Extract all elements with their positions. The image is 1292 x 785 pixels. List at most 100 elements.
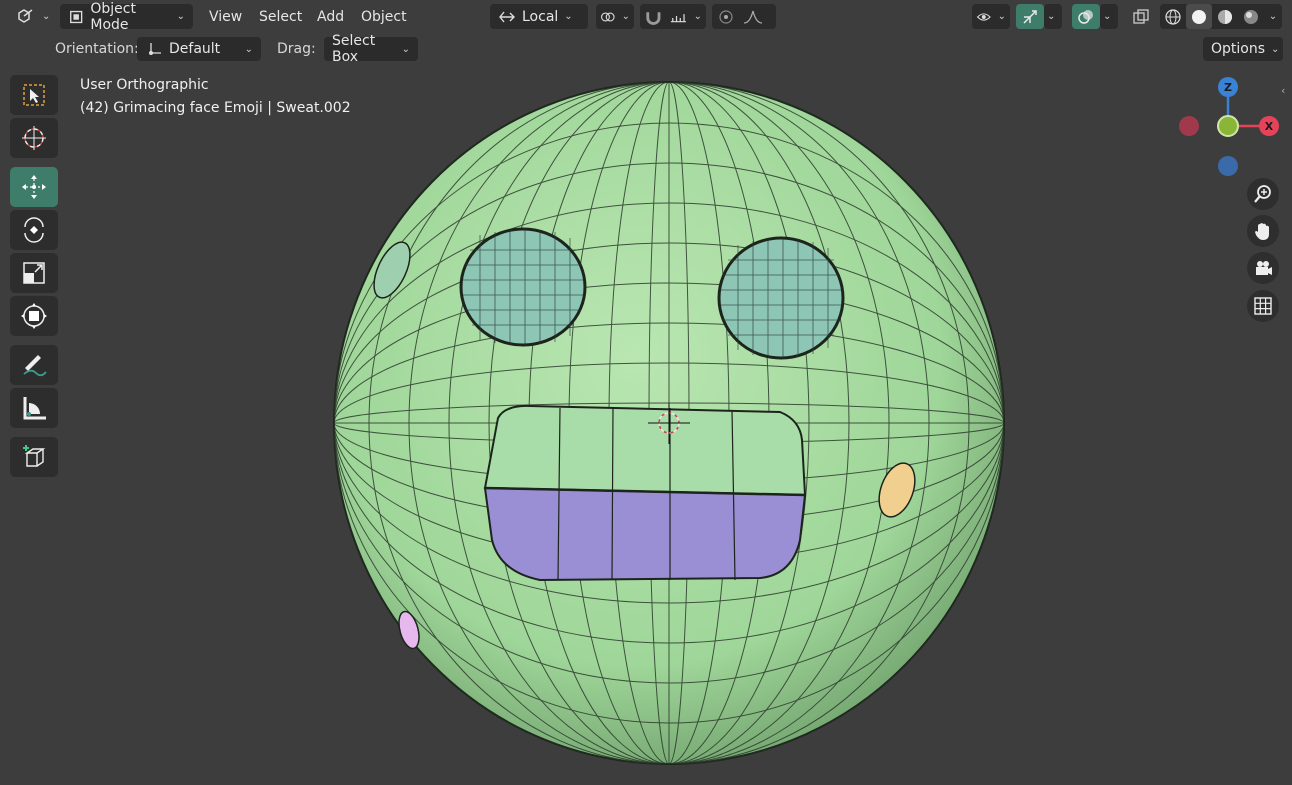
visibility-dropdown[interactable]: ⌄	[972, 4, 1010, 29]
magnet-icon[interactable]	[644, 8, 663, 26]
measure-icon	[23, 397, 46, 420]
gizmo-x-axis[interactable]: X	[1259, 116, 1279, 136]
perspective-toggle-button[interactable]	[1247, 290, 1279, 322]
cursor-icon	[22, 126, 46, 150]
pan-hand-icon	[1255, 223, 1269, 240]
rendered-sphere-icon	[1244, 9, 1258, 24]
menu-add[interactable]: Add	[309, 6, 352, 28]
drag-value: Select Box	[332, 33, 376, 65]
orientation-value: Default	[169, 41, 221, 57]
orientation-axes-icon	[149, 43, 161, 55]
tool-scale[interactable]	[10, 253, 58, 293]
navigation-gizmo[interactable]: Z X	[1170, 70, 1290, 185]
gizmo-neg-z-axis[interactable]	[1218, 156, 1238, 176]
orientation-icon	[499, 11, 515, 22]
menu-object[interactable]: Object	[353, 6, 415, 28]
overlays-toggle-button[interactable]	[1072, 4, 1100, 29]
xray-icon	[1133, 8, 1149, 24]
tool-transform[interactable]	[10, 296, 58, 336]
proportional-edit-icon[interactable]	[716, 8, 736, 26]
options-label: Options	[1211, 41, 1266, 57]
shading-mode-group: ⌄	[1160, 4, 1282, 29]
drag-dropdown[interactable]: Select Box ⌄	[324, 33, 418, 65]
tool-select-box[interactable]	[10, 75, 58, 115]
transform-icon	[21, 303, 47, 329]
pan-button[interactable]	[1247, 215, 1279, 247]
scale-icon	[23, 262, 45, 284]
drag-setting-label: Drag:	[277, 41, 316, 57]
gizmo-dropdown[interactable]: ⌄	[1044, 4, 1062, 29]
gizmo-neg-x-axis[interactable]	[1179, 116, 1199, 136]
chevron-down-icon: ⌄	[693, 11, 702, 22]
mode-label: Object Mode	[90, 0, 136, 33]
options-dropdown[interactable]: Options ⌄	[1203, 37, 1283, 61]
falloff-curve-icon[interactable]	[742, 8, 764, 26]
move-icon	[22, 175, 46, 199]
snap-increment-icon[interactable]	[669, 8, 688, 26]
tool-settings-bar: Orientation: Default ⌄ Drag: Select Box …	[0, 33, 1292, 65]
snap-toggle-group: ⌄	[640, 4, 706, 29]
pivot-icon	[601, 12, 615, 21]
3d-viewport[interactable]: ⌄ Object Mode ⌄ View Select Add Object L…	[0, 0, 1292, 785]
mesh-render	[333, 81, 1005, 765]
gizmo-x-label: X	[1264, 119, 1274, 133]
orientation-setting-label: Orientation:	[55, 41, 139, 57]
chevron-down-icon: ⌄	[1103, 11, 1112, 22]
chevron-down-icon: ⌄	[244, 43, 253, 55]
object-mode-icon	[70, 10, 83, 23]
gizmo-z-axis[interactable]: Z	[1218, 77, 1238, 97]
xray-toggle-button[interactable]	[1128, 4, 1154, 29]
chevron-down-icon: ⌄	[1271, 43, 1280, 55]
wireframe-shading-button[interactable]	[1160, 4, 1186, 29]
tool-add-cube[interactable]	[10, 437, 58, 477]
object-info: (42) Grimacing face Emoji | Sweat.002	[80, 100, 351, 116]
annotate-icon	[23, 355, 47, 377]
mode-dropdown[interactable]: Object Mode ⌄	[60, 1, 193, 33]
material-shading-button[interactable]	[1212, 4, 1238, 29]
add-cube-icon	[23, 445, 46, 467]
chevron-down-icon: ⌄	[42, 10, 51, 22]
wireframe-sphere-icon	[1165, 8, 1181, 25]
zoom-icon	[1254, 185, 1271, 203]
gizmo-z-label: Z	[1224, 80, 1232, 94]
rendered-shading-button[interactable]	[1238, 4, 1264, 29]
overlays-dropdown[interactable]: ⌄	[1100, 4, 1118, 29]
zoom-button[interactable]	[1247, 178, 1279, 210]
sidebar-toggle-arrow[interactable]: ‹	[1281, 84, 1292, 98]
tool-annotate[interactable]	[10, 345, 58, 385]
tool-cursor[interactable]	[10, 118, 58, 158]
tool-move[interactable]	[10, 167, 58, 207]
editor-type-icon	[18, 9, 33, 23]
eye-icon	[976, 12, 991, 21]
gizmo-icon	[1023, 9, 1037, 24]
chevron-down-icon: ⌄	[564, 11, 573, 22]
viewport-header: ⌄ Object Mode ⌄ View Select Add Object L…	[0, 0, 1292, 33]
proportional-edit-group	[712, 4, 776, 29]
chevron-down-icon: ⌄	[621, 11, 630, 22]
tool-measure[interactable]	[10, 388, 58, 428]
orientation-label: Local	[522, 8, 559, 25]
pivot-point-dropdown[interactable]: ⌄	[596, 4, 634, 29]
menu-select[interactable]: Select	[251, 6, 310, 28]
transform-orientation-dropdown[interactable]: Local ⌄	[490, 4, 588, 29]
editor-type-button[interactable]: ⌄	[10, 4, 56, 28]
gizmo-toggle-button[interactable]	[1016, 4, 1044, 29]
chevron-down-icon: ⌄	[1268, 11, 1278, 22]
tool-rotate[interactable]	[10, 210, 58, 250]
chevron-down-icon: ⌄	[997, 11, 1006, 22]
menu-view[interactable]: View	[201, 6, 250, 28]
select-box-icon	[23, 84, 45, 106]
orientation-dropdown[interactable]: Default ⌄	[137, 37, 261, 61]
rotate-icon	[24, 217, 44, 243]
chevron-down-icon: ⌄	[176, 11, 185, 22]
gizmo-y-axis[interactable]	[1217, 115, 1239, 137]
overlays-icon	[1078, 9, 1093, 24]
grid-icon	[1254, 297, 1272, 315]
chevron-down-icon: ⌄	[1047, 11, 1056, 22]
view-name: User Orthographic	[80, 77, 209, 93]
solid-shading-button[interactable]	[1186, 4, 1212, 29]
camera-view-button[interactable]	[1247, 252, 1279, 284]
chevron-down-icon: ⌄	[401, 43, 410, 55]
material-sphere-icon	[1218, 9, 1232, 24]
shading-dropdown[interactable]: ⌄	[1264, 4, 1282, 29]
